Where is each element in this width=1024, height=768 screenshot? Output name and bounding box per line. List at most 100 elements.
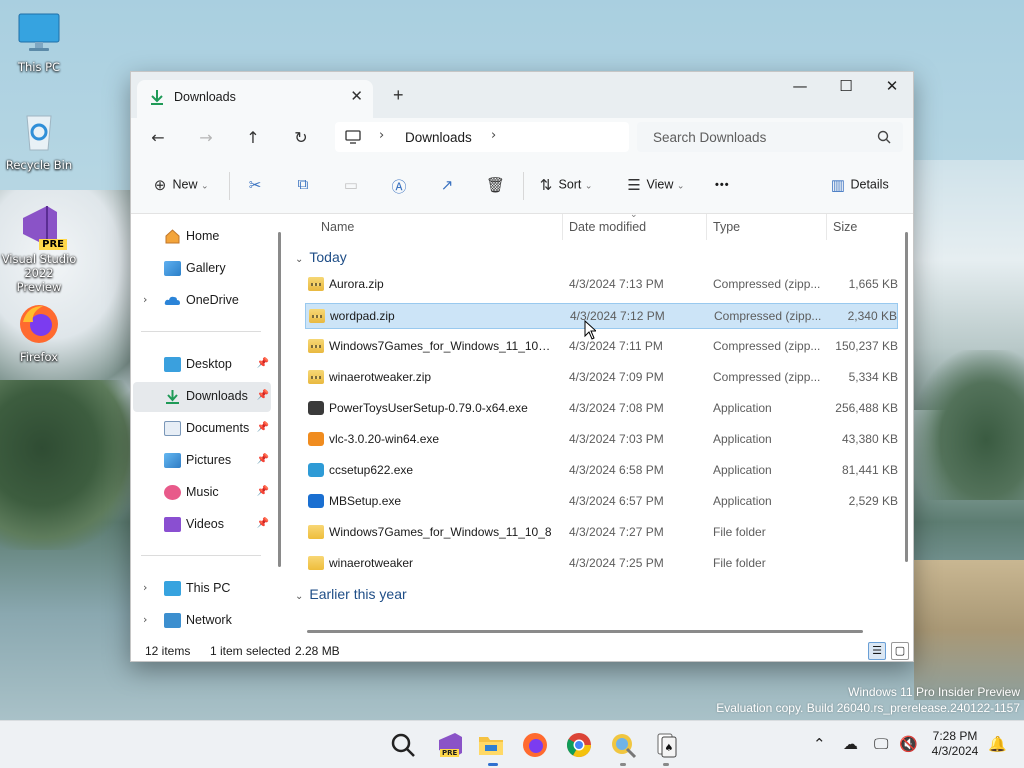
breadcrumb-chevron[interactable]: › bbox=[491, 128, 496, 143]
view-button[interactable]: ☰ View ⌄ bbox=[625, 176, 684, 196]
file-row-partial[interactable] bbox=[305, 612, 898, 626]
taskbar: PRE ♠ ⌃ ☁ 🖵 🔇 7:28 PM 4/3/2024 🔔 bbox=[0, 720, 1024, 768]
pin-icon[interactable]: 📌 bbox=[257, 486, 269, 497]
sidebar-item-videos[interactable]: Videos 📌 bbox=[133, 510, 271, 540]
sort-button[interactable]: ⇅ Sort ⌄ bbox=[537, 176, 593, 196]
pin-icon[interactable]: 📌 bbox=[257, 422, 269, 433]
network-tray-icon[interactable]: 🖵 bbox=[874, 735, 888, 753]
sidebar-item-home[interactable]: Home bbox=[133, 222, 271, 252]
minimize-button[interactable]: — bbox=[777, 72, 823, 102]
pin-icon[interactable]: 📌 bbox=[257, 390, 269, 401]
new-label: New bbox=[172, 177, 198, 192]
column-header-size[interactable]: Size bbox=[833, 220, 857, 234]
breadcrumb-downloads[interactable]: Downloads bbox=[405, 130, 472, 145]
file-type: Compressed (zipp... bbox=[713, 339, 821, 353]
taskbar-firefox[interactable] bbox=[521, 731, 549, 759]
group-header-earlier[interactable]: ⌄ Earlier this year bbox=[295, 586, 407, 602]
details-view-button[interactable]: ☰ bbox=[868, 642, 886, 660]
file-row[interactable]: Windows7Games_for_Windows_11_10_8 4/3/202… bbox=[305, 520, 898, 546]
column-header-type[interactable]: Type bbox=[713, 220, 740, 234]
desktop-icon-this-pc[interactable]: This PC bbox=[1, 12, 77, 74]
pin-icon[interactable]: 📌 bbox=[257, 454, 269, 465]
close-button[interactable]: ✕ bbox=[869, 72, 913, 102]
column-divider[interactable] bbox=[562, 214, 563, 240]
file-row[interactable]: ccsetup622.exe 4/3/2024 6:58 PM Applicatio… bbox=[305, 458, 898, 484]
sidebar-item-music[interactable]: Music 📌 bbox=[133, 478, 271, 508]
sidebar-item-gallery[interactable]: Gallery bbox=[133, 254, 271, 284]
folder-icon bbox=[308, 525, 324, 539]
file-explorer-icon bbox=[479, 737, 503, 755]
file-row[interactable]: Aurora.zip 4/3/2024 7:13 PM Compressed (zi… bbox=[305, 272, 898, 298]
breadcrumb-separator[interactable]: › bbox=[379, 128, 384, 143]
share-button[interactable]: ↗ bbox=[438, 176, 456, 196]
details-pane-button[interactable]: ▥ Details bbox=[829, 176, 889, 196]
sidebar-item-network[interactable]: › Network bbox=[133, 606, 271, 636]
sidebar-item-documents[interactable]: Documents 📌 bbox=[133, 414, 271, 444]
file-list-vertical-scrollbar[interactable] bbox=[905, 232, 908, 562]
file-row[interactable]: winaerotweaker 4/3/2024 7:25 PM File folde… bbox=[305, 551, 898, 577]
file-row[interactable]: Windows7Games_for_Windows_11_10_8.... 4/3… bbox=[305, 334, 898, 360]
plus-circle-icon: ⊕ bbox=[153, 177, 167, 194]
sidebar-scrollbar[interactable] bbox=[278, 232, 281, 567]
expand-chevron-icon[interactable]: › bbox=[143, 581, 147, 594]
expand-chevron-icon[interactable]: › bbox=[143, 613, 147, 626]
refresh-button[interactable]: ↻ bbox=[288, 125, 314, 151]
rename-button[interactable]: Ⓐ bbox=[390, 176, 408, 196]
sidebar-item-pictures[interactable]: Pictures 📌 bbox=[133, 446, 271, 476]
group-header-today[interactable]: ⌄ Today bbox=[295, 249, 347, 265]
cut-button[interactable]: ✂ bbox=[246, 176, 264, 196]
paste-button[interactable]: ▭ bbox=[342, 176, 360, 196]
address-bar[interactable]: › Downloads › bbox=[335, 122, 629, 152]
file-row[interactable]: PowerToysUserSetup-0.79.0-x64.exe 4/3/202… bbox=[305, 396, 898, 422]
show-hidden-icons-button[interactable]: ⌃ bbox=[813, 735, 826, 753]
taskbar-chrome[interactable] bbox=[565, 731, 593, 759]
expand-chevron-icon[interactable]: › bbox=[143, 293, 147, 306]
file-row[interactable]: MBSetup.exe 4/3/2024 6:57 PM Application 2,… bbox=[305, 489, 898, 515]
new-button[interactable]: ⊕ New ⌄ bbox=[151, 176, 209, 196]
desktop-icon-firefox[interactable]: Firefox bbox=[1, 302, 77, 364]
sidebar-item-desktop[interactable]: Desktop 📌 bbox=[133, 350, 271, 380]
volume-muted-icon[interactable]: 🔇 bbox=[899, 735, 918, 753]
desktop-icon-recycle-bin[interactable]: Recycle Bin bbox=[1, 110, 77, 172]
column-divider[interactable] bbox=[706, 214, 707, 240]
column-header-date[interactable]: Date modified bbox=[569, 220, 646, 234]
file-row[interactable]: vlc-3.0.20-win64.exe 4/3/2024 7:03 PM Appl… bbox=[305, 427, 898, 453]
column-divider[interactable] bbox=[826, 214, 827, 240]
up-button[interactable]: ↑ bbox=[240, 125, 266, 151]
file-row[interactable]: wordpad.zip 4/3/2024 7:12 PM Compressed (z… bbox=[305, 303, 898, 329]
gallery-icon bbox=[164, 261, 181, 276]
search-input[interactable]: Search Downloads bbox=[653, 130, 766, 145]
file-row[interactable]: winaerotweaker.zip 4/3/2024 7:09 PM Compre… bbox=[305, 365, 898, 391]
system-clock[interactable]: 7:28 PM 4/3/2024 bbox=[918, 729, 992, 759]
onedrive-tray-icon[interactable]: ☁ bbox=[843, 735, 858, 753]
pin-icon[interactable]: 📌 bbox=[257, 518, 269, 529]
forward-button[interactable]: → bbox=[193, 125, 219, 151]
copy-button[interactable]: ⧉ bbox=[294, 176, 312, 196]
desktop-icon-visual-studio[interactable]: PRE Visual Studio 2022 Preview bbox=[1, 204, 77, 294]
taskbar-winaero-tweaker[interactable] bbox=[609, 731, 637, 759]
column-header-name[interactable]: Name bbox=[321, 220, 354, 234]
chevron-down-icon: ⌄ bbox=[584, 180, 593, 191]
running-indicator-active bbox=[488, 763, 498, 766]
taskbar-solitaire[interactable]: ♠ bbox=[652, 731, 680, 759]
search-box[interactable]: Search Downloads bbox=[637, 122, 903, 152]
taskbar-visual-studio[interactable]: PRE bbox=[436, 731, 464, 759]
tiles-view-button[interactable]: ▢ bbox=[891, 642, 909, 660]
back-button[interactable]: ← bbox=[145, 125, 171, 151]
taskbar-file-explorer[interactable] bbox=[477, 731, 505, 759]
sidebar-item-downloads[interactable]: Downloads 📌 bbox=[133, 382, 271, 412]
sidebar-item-this-pc[interactable]: › This PC bbox=[133, 574, 271, 604]
pin-icon[interactable]: 📌 bbox=[257, 358, 269, 369]
maximize-button[interactable]: ☐ bbox=[823, 72, 869, 102]
tab-downloads[interactable]: Downloads ✕ bbox=[137, 80, 373, 118]
file-list-horizontal-scrollbar[interactable] bbox=[307, 630, 863, 633]
delete-button[interactable]: 🗑 bbox=[486, 176, 505, 196]
more-options-button[interactable]: ••• bbox=[715, 179, 730, 199]
new-tab-button[interactable]: + bbox=[393, 85, 404, 106]
tab-close-button[interactable]: ✕ bbox=[350, 87, 363, 105]
sidebar-item-onedrive[interactable]: › OneDrive bbox=[133, 286, 271, 316]
watermark-line-2: Evaluation copy. Build 26040.rs_prerelea… bbox=[716, 701, 1020, 715]
notification-bell-icon[interactable]: 🔔 bbox=[988, 735, 1007, 753]
taskbar-search-button[interactable] bbox=[389, 731, 417, 759]
running-indicator bbox=[620, 763, 626, 766]
